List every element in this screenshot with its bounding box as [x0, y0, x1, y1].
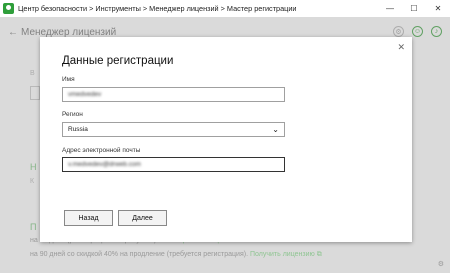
window-title: Центр безопасности > Инструменты > Менед… [18, 4, 297, 13]
email-label: Адрес электронной почты [62, 147, 141, 154]
region-select[interactable]: Russia ⌄ [62, 122, 285, 137]
back-button[interactable]: Назад [64, 210, 113, 226]
registration-dialog: ✕ Данные регистрации Имя vmedvedev Регио… [40, 37, 412, 242]
email-field[interactable]: v.medvedev@drweb.com [62, 157, 285, 172]
next-button[interactable]: Далее [118, 210, 167, 226]
name-field[interactable]: vmedvedev [62, 87, 285, 102]
discount-option-line: на 90 дней со скидкой 40% на продление (… [30, 251, 322, 259]
chevron-down-icon: ⌄ [272, 125, 279, 134]
discount-text: на 90 дней со скидкой 40% на продление (… [30, 251, 249, 258]
app-window: Центр безопасности > Инструменты > Менед… [0, 0, 450, 273]
maximize-button[interactable]: ☐ [402, 0, 426, 17]
name-label: Имя [62, 76, 75, 83]
app-logo-icon [3, 3, 14, 14]
settings-icon[interactable]: ⚙ [438, 260, 444, 268]
name-value: vmedvedev [68, 91, 102, 98]
external-link-icon: ⧉ [316, 251, 322, 258]
region-label: Регион [62, 111, 83, 118]
region-value: Russia [68, 126, 88, 133]
close-window-button[interactable]: ✕ [426, 0, 450, 17]
close-icon[interactable]: ✕ [397, 42, 405, 53]
get-license-link[interactable]: Получить лицензию [250, 251, 315, 258]
title-bar: Центр безопасности > Инструменты > Менед… [0, 0, 450, 17]
email-value: v.medvedev@drweb.com [68, 161, 141, 168]
window-controls: — ☐ ✕ [378, 0, 450, 17]
dialog-title: Данные регистрации [62, 55, 174, 67]
minimize-button[interactable]: — [378, 0, 402, 17]
